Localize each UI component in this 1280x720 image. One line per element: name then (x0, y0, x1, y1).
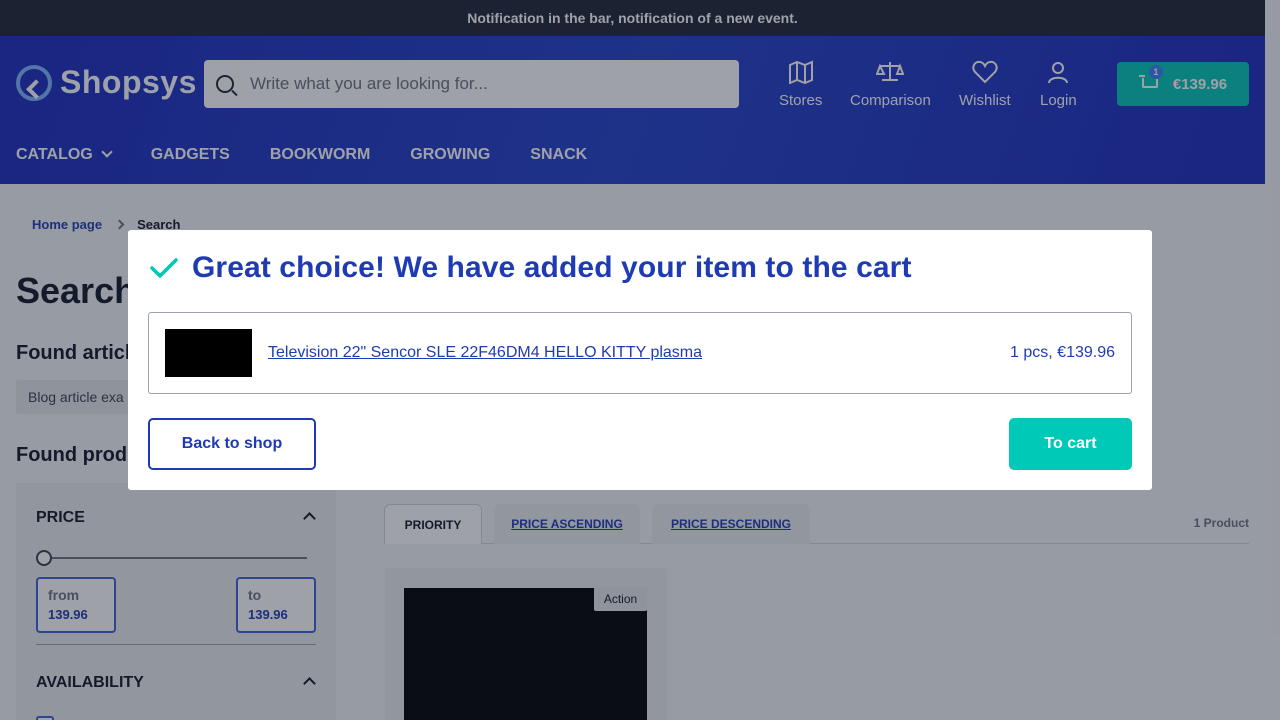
item-name-link[interactable]: Television 22" Sencor SLE 22F46DM4 HELLO… (268, 344, 702, 362)
item-qty-price: 1 pcs, €139.96 (1010, 344, 1115, 361)
back-to-shop-button[interactable]: Back to shop (148, 418, 316, 470)
added-item: Television 22" Sencor SLE 22F46DM4 HELLO… (148, 312, 1132, 394)
modal-title: Great choice! We have added your item to… (192, 251, 912, 284)
added-to-cart-modal: Great choice! We have added your item to… (128, 230, 1152, 490)
to-cart-button[interactable]: To cart (1009, 418, 1132, 470)
item-thumbnail (165, 329, 252, 377)
check-icon (150, 258, 178, 278)
